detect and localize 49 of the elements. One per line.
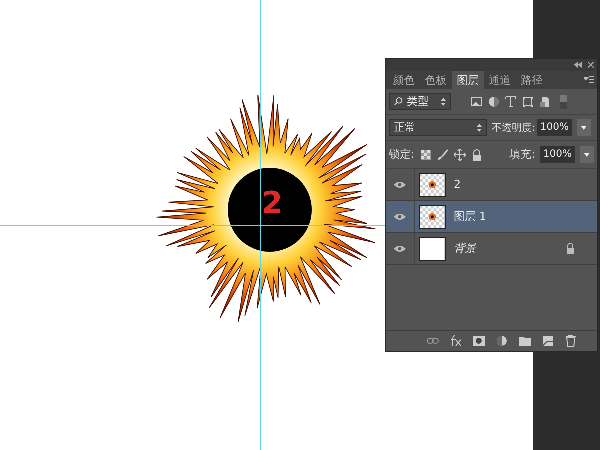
folder-icon[interactable] — [519, 335, 531, 347]
trash-icon[interactable] — [565, 335, 577, 347]
fx-icon[interactable] — [450, 335, 462, 347]
layer-row[interactable]: 图层 1 — [386, 201, 597, 233]
opacity-label: 不透明度: — [492, 122, 536, 134]
layer-name: 背景 — [454, 241, 478, 256]
fill-label: 填充: — [510, 147, 536, 162]
eye-icon[interactable] — [394, 212, 406, 220]
move-icon[interactable] — [454, 148, 466, 160]
shape-filter-icon[interactable] — [522, 96, 534, 108]
close-icon[interactable] — [588, 62, 594, 68]
type-filter-icon[interactable] — [505, 96, 517, 108]
layer-name: 图层 1 — [454, 209, 488, 224]
fill-field[interactable]: 100% — [540, 146, 575, 163]
layer-thumbnail — [419, 204, 446, 228]
opacity-field[interactable]: 100% — [537, 119, 572, 136]
collapse-icon[interactable] — [574, 62, 582, 68]
opacity-dropdown-icon[interactable] — [576, 119, 591, 136]
panel-tab[interactable]: 通道 — [484, 71, 516, 89]
layer-thumbnail — [419, 236, 446, 260]
brush-icon[interactable] — [436, 148, 449, 160]
smart-object-filter-icon[interactable] — [539, 96, 551, 108]
layer-row[interactable]: 背景 — [386, 233, 597, 265]
spinner-arrows-icon — [477, 124, 482, 132]
layer-name: 2 — [454, 178, 462, 191]
lock-transparency-icon[interactable] — [420, 148, 432, 160]
eye-icon[interactable] — [394, 180, 406, 188]
panel-tab[interactable]: 颜色 — [388, 71, 420, 89]
number-label: 2 — [262, 186, 283, 222]
spinner-arrows-icon — [441, 98, 446, 106]
eye-icon[interactable] — [394, 244, 406, 252]
layer-thumbnail — [419, 172, 446, 196]
circle-filter-icon[interactable] — [488, 96, 500, 108]
panel-tab[interactable]: 图层 — [452, 71, 484, 89]
filter-dropdown[interactable]: 类型 — [389, 93, 451, 110]
lock-label: 锁定: — [389, 147, 415, 162]
mask-icon[interactable] — [473, 335, 485, 347]
fill-dropdown-icon[interactable] — [580, 146, 594, 163]
image-filter-icon[interactable] — [471, 96, 483, 108]
search-icon — [394, 97, 403, 106]
blend-mode-dropdown[interactable]: 正常 — [389, 119, 487, 136]
menu-icon[interactable] — [584, 76, 594, 84]
filter-toggle-icon[interactable] — [560, 94, 567, 108]
panel-tab[interactable]: 色板 — [420, 71, 452, 89]
panel-tab[interactable]: 路径 — [516, 71, 548, 89]
lock-icon[interactable] — [470, 148, 483, 160]
adjustment-icon[interactable] — [496, 335, 508, 347]
new-layer-icon[interactable] — [542, 335, 554, 347]
link-icon[interactable] — [427, 335, 439, 347]
